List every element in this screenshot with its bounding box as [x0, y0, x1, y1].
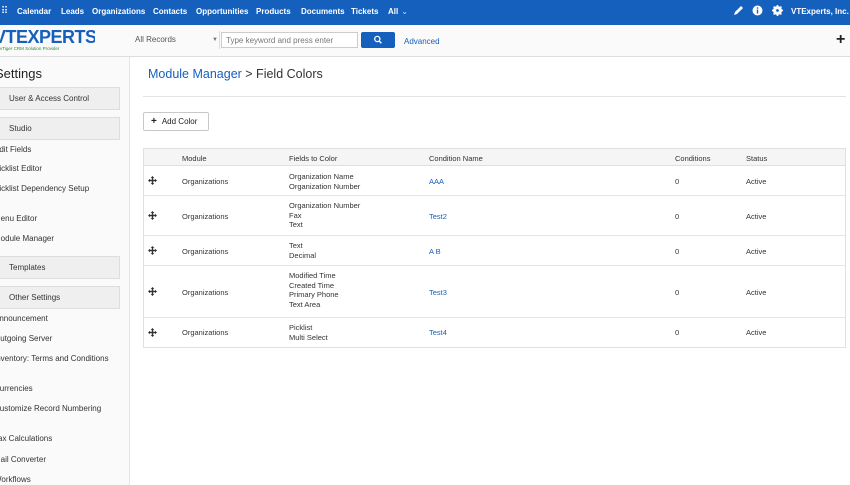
- move-drag-icon[interactable]: [148, 246, 157, 255]
- chevron-down-icon: ⌄: [401, 7, 408, 16]
- nav-products[interactable]: Products: [256, 7, 291, 16]
- column-header-conditions[interactable]: Conditions: [675, 154, 710, 163]
- row-conditions: 0: [675, 212, 680, 221]
- table-row[interactable]: Organizations Picklist Multi Select Test4…: [144, 318, 845, 347]
- sidebar-link-outgoing-server[interactable]: Outgoing Server: [0, 334, 119, 344]
- sidebar-link-module-manager[interactable]: Module Manager: [0, 234, 119, 244]
- dropdown-caret-icon: ▼: [212, 37, 218, 43]
- sidebar-link-announcement[interactable]: Announcement: [0, 314, 119, 324]
- row-conditions: 0: [675, 288, 680, 297]
- sidebar-link-picklist-editor[interactable]: Picklist Editor: [0, 164, 119, 174]
- sidebar-link-currencies[interactable]: Currencies: [0, 384, 119, 394]
- move-drag-icon[interactable]: [148, 328, 157, 337]
- search-button[interactable]: [361, 32, 395, 48]
- search-icon: [374, 35, 382, 44]
- nav-all-label: All: [388, 7, 399, 16]
- column-header-condition-name[interactable]: Condition Name: [429, 154, 483, 163]
- quick-create-plus-icon[interactable]: +: [836, 31, 845, 49]
- row-condition-name-link[interactable]: Test4: [429, 328, 447, 337]
- breadcrumb-module-manager[interactable]: Module Manager: [148, 67, 242, 81]
- row-conditions: 0: [675, 177, 680, 186]
- plus-icon: +: [151, 116, 157, 127]
- page-title: Module Manager > Field Colors: [148, 67, 323, 81]
- move-drag-icon[interactable]: [148, 211, 157, 220]
- move-drag-icon[interactable]: [148, 287, 157, 296]
- row-condition-name-link[interactable]: A B: [429, 247, 441, 256]
- table-row[interactable]: Organizations Organization Number Fax Text…: [144, 196, 845, 236]
- nav-organizations[interactable]: Organizations: [92, 7, 145, 16]
- column-header-status[interactable]: Status: [746, 154, 767, 163]
- row-fields: Organization Number Fax Text: [289, 201, 361, 229]
- sidebar-link-workflows[interactable]: Workflows: [0, 475, 119, 485]
- sidebar-link-picklist-dependency[interactable]: Picklist Dependency Setup: [0, 184, 119, 194]
- pencil-icon[interactable]: [732, 5, 745, 18]
- top-navigation-bar: ⠿ Calendar Leads Organizations Contacts …: [0, 0, 850, 25]
- nav-tickets[interactable]: Tickets: [351, 7, 378, 16]
- nav-all-menu[interactable]: All ⌄: [388, 7, 408, 16]
- row-conditions: 0: [675, 328, 680, 337]
- menu-grid-icon[interactable]: ⠿: [0, 5, 11, 18]
- row-module: Organizations: [182, 247, 229, 256]
- row-module: Organizations: [182, 328, 229, 337]
- nav-opportunities[interactable]: Opportunities: [196, 7, 248, 16]
- row-condition-name-link[interactable]: AAA: [429, 177, 444, 186]
- nav-leads[interactable]: Leads: [61, 7, 84, 16]
- advanced-search-link[interactable]: Advanced: [404, 37, 440, 46]
- nav-calendar[interactable]: Calendar: [17, 7, 51, 16]
- sidebar-link-inventory-terms[interactable]: Inventory: Terms and Conditions: [0, 354, 119, 364]
- row-status: Active: [746, 288, 767, 297]
- sidebar-link-menu-editor[interactable]: Menu Editor: [0, 214, 119, 224]
- company-logo: VTEXPERTS vTiger CRM Solution Provider: [0, 28, 95, 51]
- divider: [143, 96, 846, 97]
- sidebar-link-customize-record-numbering[interactable]: Customize Record Numbering: [0, 404, 119, 414]
- search-header-bar: VTEXPERTS vTiger CRM Solution Provider A…: [0, 25, 850, 57]
- row-status: Active: [746, 177, 767, 186]
- table-row[interactable]: Organizations Modified Time Created Time P…: [144, 266, 845, 318]
- sidebar-link-tax-calculations[interactable]: Tax Calculations: [0, 434, 119, 444]
- sidebar-section-user-access[interactable]: User & Access Control: [0, 87, 120, 110]
- table-header: Module Fields to Color Condition Name Co…: [144, 149, 845, 166]
- row-status: Active: [746, 247, 767, 256]
- row-fields: Picklist Multi Select: [289, 323, 328, 342]
- page-title-text: > Field Colors: [241, 67, 323, 81]
- row-status: Active: [746, 212, 767, 221]
- row-condition-name-link[interactable]: Test3: [429, 288, 447, 297]
- row-conditions: 0: [675, 247, 680, 256]
- nav-documents[interactable]: Documents: [301, 7, 345, 16]
- user-menu[interactable]: VTExperts, Inc.: [791, 7, 849, 16]
- row-fields: Modified Time Created Time Primary Phone Te…: [289, 271, 339, 309]
- info-icon[interactable]: [751, 5, 764, 18]
- sidebar-link-mail-converter[interactable]: Mail Converter: [0, 455, 119, 465]
- row-fields: Text Decimal: [289, 241, 317, 260]
- column-header-fields-to-color[interactable]: Fields to Color: [289, 154, 337, 163]
- field-colors-table: Module Fields to Color Condition Name Co…: [143, 148, 846, 348]
- row-condition-name-link[interactable]: Test2: [429, 212, 447, 221]
- row-fields: Organization Name Organization Number: [289, 172, 361, 191]
- sidebar-section-templates[interactable]: Templates: [0, 256, 120, 279]
- table-row[interactable]: Organizations Text Decimal A B 0 Active: [144, 236, 845, 266]
- row-status: Active: [746, 328, 767, 337]
- global-search-input[interactable]: [221, 32, 358, 48]
- settings-sidebar: Settings User & Access Control Studio Ed…: [0, 57, 130, 485]
- row-module: Organizations: [182, 288, 229, 297]
- column-header-module[interactable]: Module: [182, 154, 207, 163]
- sidebar-section-other-settings[interactable]: Other Settings: [0, 286, 120, 309]
- row-module: Organizations: [182, 212, 229, 221]
- row-module: Organizations: [182, 177, 229, 186]
- gear-icon[interactable]: [771, 5, 784, 18]
- nav-contacts[interactable]: Contacts: [153, 7, 187, 16]
- records-filter-select[interactable]: All Records: [130, 31, 220, 49]
- sidebar-title: Settings: [0, 66, 42, 81]
- table-row[interactable]: Organizations Organization Name Organizat…: [144, 166, 845, 196]
- move-drag-icon[interactable]: [148, 176, 157, 185]
- add-color-button[interactable]: + Add Color: [143, 112, 209, 131]
- sidebar-section-studio[interactable]: Studio: [0, 117, 120, 140]
- sidebar-link-edit-fields[interactable]: Edit Fields: [0, 145, 119, 155]
